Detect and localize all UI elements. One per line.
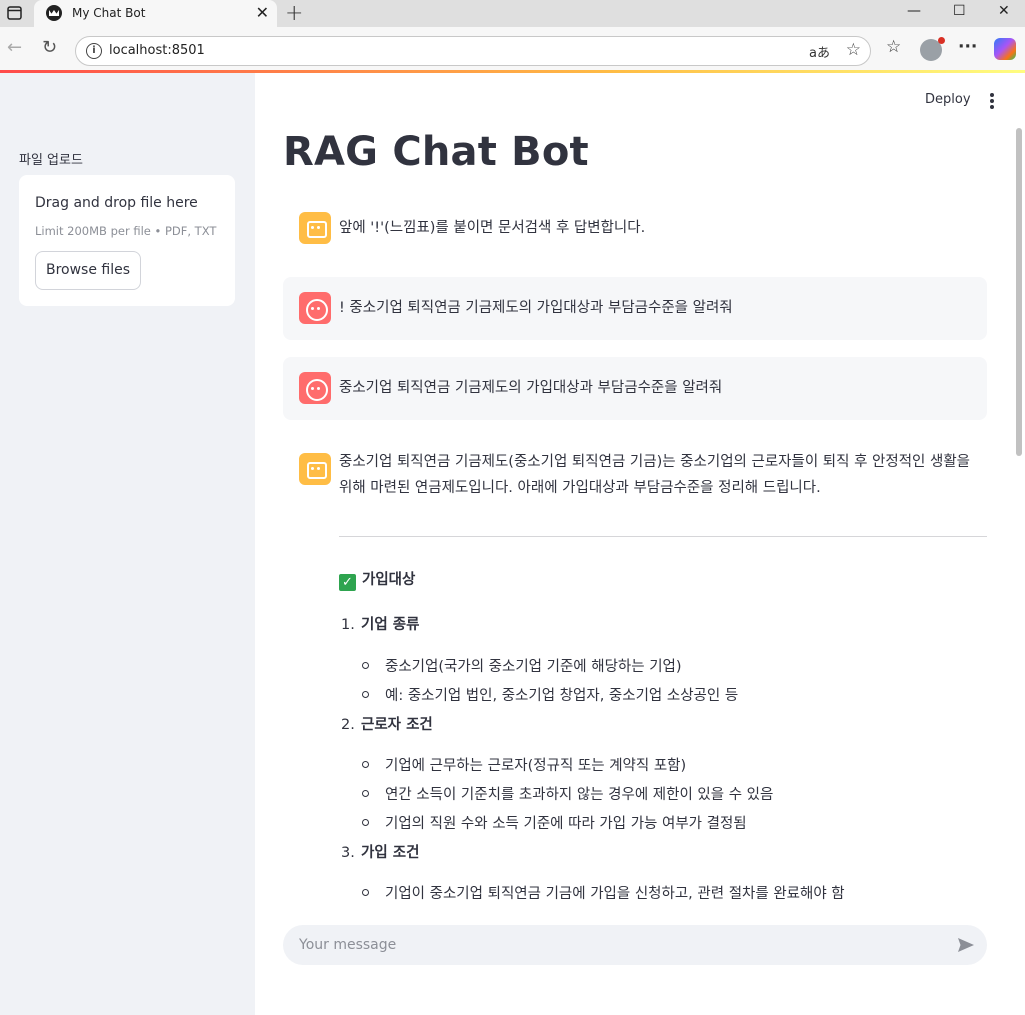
bot-avatar-icon	[299, 212, 331, 244]
file-upload-label: 파일 업로드	[19, 153, 83, 168]
deploy-button[interactable]: Deploy	[925, 92, 971, 107]
dropzone-title: Drag and drop file here	[35, 195, 198, 211]
tab-actions-icon[interactable]	[5, 4, 25, 22]
message-text: 앞에 '!'(느낌표)를 붙이면 문서검색 후 답변합니다.	[339, 220, 646, 236]
dropzone-limits: Limit 200MB per file • PDF, TXT	[35, 224, 217, 238]
browse-files-button[interactable]: Browse files	[35, 251, 141, 290]
scrollbar[interactable]	[1016, 128, 1022, 456]
page-title: RAG Chat Bot	[283, 129, 589, 175]
close-window-icon[interactable]: ✕	[998, 3, 1010, 19]
main-content: Deploy RAG Chat Bot 앞에 '!'(느낌표)를 붙이면 문서검…	[255, 73, 1025, 1015]
divider	[339, 536, 987, 537]
message-text: 중소기업 퇴직연금 기금제도의 가입대상과 부담금수준을 알려줘	[339, 380, 723, 396]
user-avatar-icon	[299, 372, 331, 404]
tab-title: My Chat Bot	[72, 6, 146, 20]
browser-tab[interactable]: My Chat Bot ✕	[34, 0, 277, 27]
more-options-icon[interactable]: ···	[958, 37, 977, 57]
url-text: localhost:8501	[109, 43, 205, 58]
maximize-icon[interactable]: ☐	[953, 3, 966, 19]
file-dropzone[interactable]: Drag and drop file here Limit 200MB per …	[19, 175, 235, 306]
read-aloud-icon[interactable]: aあ	[809, 42, 830, 61]
address-bar[interactable]: i localhost:8501 aあ ☆	[75, 36, 871, 66]
message-text: ! 중소기업 퇴직연금 기금제도의 가입대상과 부담금수준을 알려줘	[339, 300, 733, 316]
main-menu-icon[interactable]	[989, 93, 995, 109]
minimize-icon[interactable]: —	[907, 3, 921, 19]
profile-avatar[interactable]	[920, 37, 945, 61]
favorite-star-icon[interactable]: ☆	[846, 40, 861, 60]
user-avatar-icon	[299, 292, 331, 324]
chat-message-input[interactable]	[299, 925, 939, 965]
section-heading: ✓ 가입대상	[339, 568, 415, 591]
sidebar: 파일 업로드 Drag and drop file here Limit 200…	[0, 73, 255, 1015]
reload-icon[interactable]: ↻	[42, 37, 57, 58]
check-mark-icon: ✓	[339, 574, 356, 591]
chat-message-assistant: 앞에 '!'(느낌표)를 붙이면 문서검색 후 답변합니다.	[283, 206, 987, 250]
streamlit-favicon-icon	[46, 5, 62, 21]
copilot-icon[interactable]	[994, 38, 1016, 60]
new-tab-icon[interactable]: +	[285, 1, 303, 26]
back-icon[interactable]: ←	[7, 37, 22, 58]
list-item-heading: 1. 기업 종류	[341, 617, 420, 633]
browser-toolbar: ← ↻ i localhost:8501 aあ ☆ ☆ ···	[0, 27, 1025, 71]
site-info-icon[interactable]: i	[86, 43, 102, 59]
list-item-heading: 2. 근로자 조건	[341, 717, 433, 733]
favorites-icon[interactable]: ☆	[886, 37, 901, 57]
chat-message-user: ! 중소기업 퇴직연금 기금제도의 가입대상과 부담금수준을 알려줘	[283, 277, 987, 340]
close-tab-icon[interactable]: ✕	[256, 3, 269, 22]
send-icon[interactable]	[957, 936, 975, 954]
chat-message-user: 중소기업 퇴직연금 기금제도의 가입대상과 부담금수준을 알려줘	[283, 357, 987, 420]
browser-tab-bar: My Chat Bot ✕ + — ☐ ✕	[0, 0, 1025, 27]
bot-avatar-icon	[299, 453, 331, 485]
answer-intro: 중소기업 퇴직연금 기금제도(중소기업 퇴직연금 기금)는 중소기업의 근로자들…	[339, 454, 971, 496]
list-item-heading: 3. 가입 조건	[341, 845, 420, 861]
chat-input-bar	[283, 925, 987, 965]
